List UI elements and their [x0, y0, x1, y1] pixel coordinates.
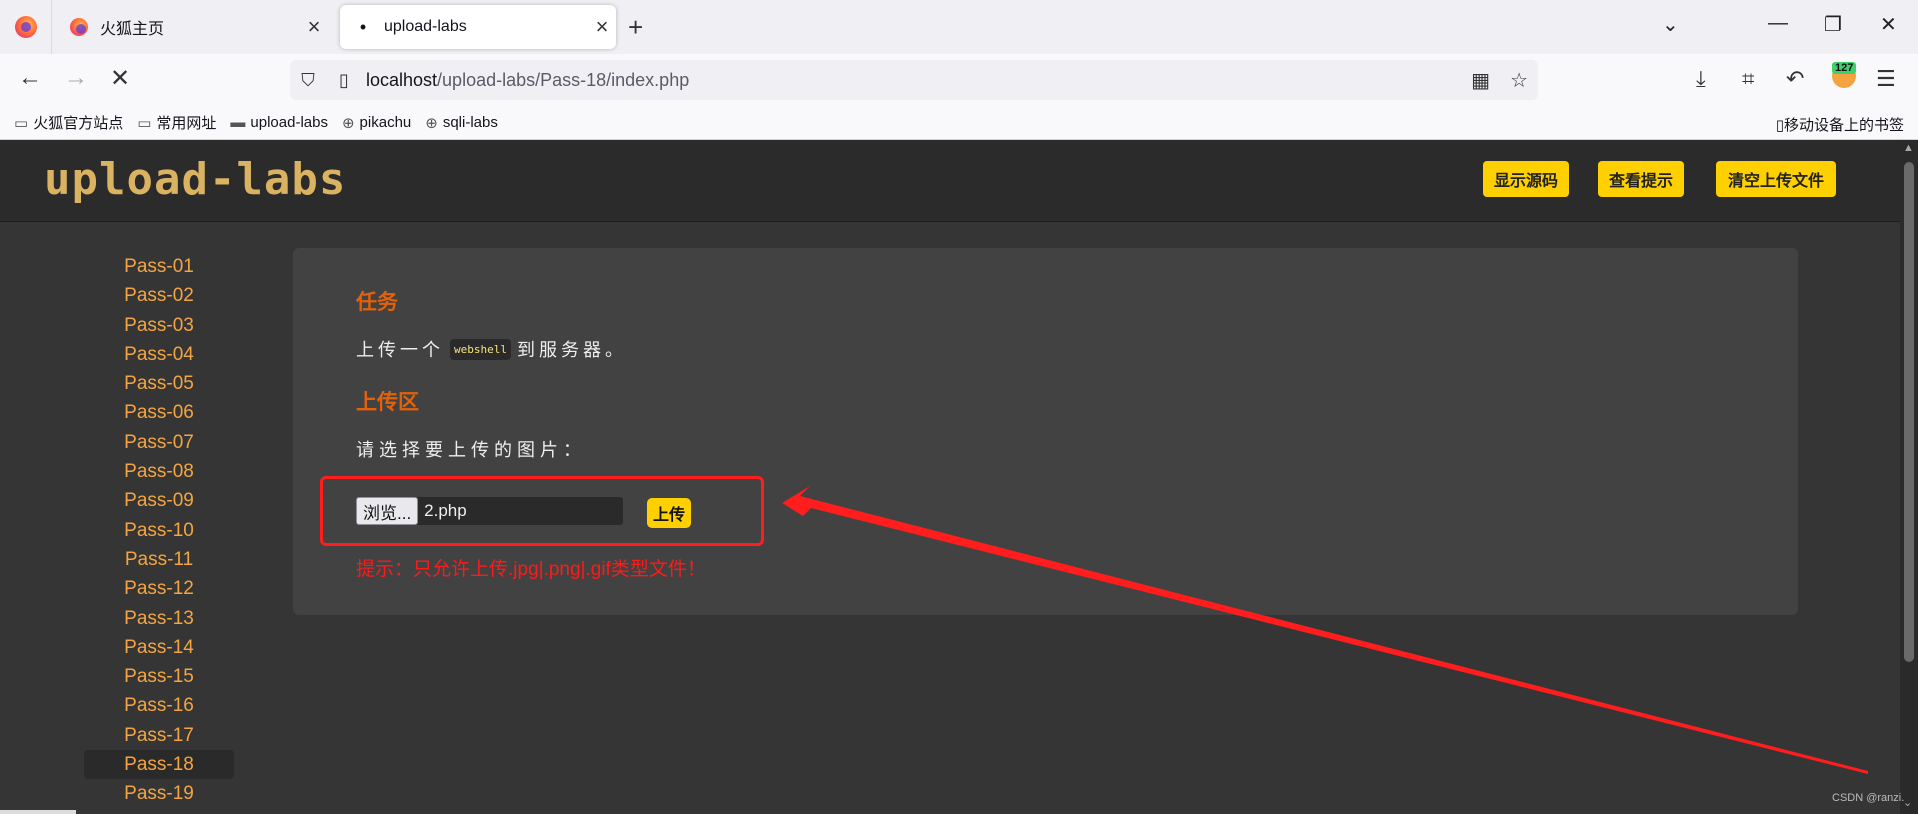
url-bar[interactable]: ⛉ ▯ localhost/upload-labs/Pass-18/index.…	[290, 60, 1538, 100]
menu-icon[interactable]: ☰	[1876, 66, 1896, 92]
bookmark-item[interactable]: ▭ 常用网址	[137, 112, 216, 133]
bookmarks-bar: ▭ 火狐官方站点 ▭ 常用网址 ▬ upload-labs ⊕ pikachu ⊕ sql…	[0, 106, 1918, 140]
show-source-button[interactable]: 显示源码	[1483, 161, 1569, 197]
globe-icon: ⊕	[425, 114, 438, 132]
bookmark-label: pikachu	[359, 114, 412, 131]
navigation-bar: ← → ✕ ⛉ ▯ localhost/upload-labs/Pass-18/…	[0, 54, 1918, 106]
bookmark-label: sqli-labs	[442, 114, 498, 131]
stop-loading-icon[interactable]: ✕	[104, 64, 136, 93]
clear-uploads-button[interactable]: 清空上传文件	[1716, 161, 1836, 197]
task-code: webshell	[450, 338, 511, 360]
bookmark-label: 移动设备上的书签	[1783, 117, 1904, 134]
bookmark-item[interactable]: ▭ 火狐官方站点	[14, 112, 123, 133]
sidebar-item-pass-09[interactable]: Pass-09	[84, 486, 234, 515]
qr-code-icon[interactable]: ▦	[1471, 68, 1490, 93]
folder-icon: ▭	[137, 114, 152, 132]
bookmark-label: upload-labs	[250, 114, 328, 131]
upload-prompt: 请选择要上传的图片：	[356, 440, 586, 460]
new-tab-icon[interactable]: +	[628, 12, 643, 43]
globe-icon: ⊕	[341, 114, 355, 132]
watermark: CSDN @ranzi.	[1832, 792, 1905, 804]
tab-bar: 火狐主页 × • upload-labs × + ⌄ — ❐ ✕	[0, 0, 1918, 54]
download-icon[interactable]: ⤓	[1696, 66, 1706, 92]
site-icon: ▬	[230, 114, 246, 131]
firefox-icon	[14, 16, 37, 38]
sidebar-item-pass-02[interactable]: Pass-02	[84, 281, 234, 310]
sidebar-item-pass-11[interactable]: Pass-11	[84, 545, 234, 574]
undo-icon[interactable]: ↶	[1786, 66, 1804, 92]
bookmark-star-icon[interactable]: ☆	[1510, 68, 1528, 93]
sidebar-item-pass-19[interactable]: Pass-19	[84, 779, 234, 808]
upload-button[interactable]: 上传	[647, 498, 691, 528]
sidebar-item-pass-14[interactable]: Pass-14	[84, 633, 234, 662]
close-icon[interactable]: ×	[588, 14, 616, 40]
view-hint-button[interactable]: 查看提示	[1598, 161, 1684, 197]
bookmark-item[interactable]: ▬ upload-labs	[230, 114, 328, 131]
tab-loading-dot-icon: •	[359, 16, 367, 37]
main-panel: 任务 上传一个 webshell 到服务器。 上传区 请选择要上传的图片： 浏览…	[293, 248, 1798, 615]
back-arrow-icon[interactable]: ←	[14, 64, 46, 92]
mobile-device-icon: ▯	[1775, 116, 1784, 134]
task-text-after: 到服务器。	[516, 340, 627, 360]
sidebar-item-pass-08[interactable]: Pass-08	[84, 457, 234, 486]
close-icon[interactable]: ×	[300, 14, 328, 40]
page-info-icon[interactable]: ▯	[326, 70, 362, 91]
tab-firefox-home[interactable]: 火狐主页 ×	[56, 5, 328, 49]
sidebar-item-pass-17[interactable]: Pass-17	[84, 721, 234, 750]
folder-icon: ▭	[14, 114, 29, 132]
sidebar-item-pass-07[interactable]: Pass-07	[84, 428, 234, 457]
bookmark-label: 火狐官方站点	[33, 115, 124, 132]
close-window-icon[interactable]: ✕	[1880, 12, 1897, 37]
tab-label: upload-labs	[384, 18, 467, 35]
restore-icon[interactable]: ❐	[1824, 12, 1842, 37]
sidebar-item-pass-06[interactable]: Pass-06	[84, 398, 234, 427]
shield-icon[interactable]: ⛉	[290, 70, 326, 91]
browse-button[interactable]: 浏览...	[356, 497, 419, 525]
site-logo[interactable]: upload-labs	[44, 154, 346, 205]
page-scrollbar[interactable]: ▲ ⌄	[1900, 140, 1918, 814]
firefox-icon	[70, 18, 88, 36]
file-type-hint: 提示：只允许上传.jpg|.png|.gif类型文件！	[356, 559, 706, 580]
scroll-down-icon[interactable]: ⌄	[1903, 796, 1912, 809]
site-header: upload-labs 显示源码 查看提示 清空上传文件	[0, 140, 1900, 222]
tab-upload-labs[interactable]: • upload-labs ×	[340, 5, 616, 49]
bookmark-label: 常用网址	[156, 115, 217, 132]
file-input[interactable]: 浏览... 2.php	[356, 497, 623, 525]
bookmark-item[interactable]: ⊕ sqli-labs	[425, 114, 498, 132]
mobile-bookmarks[interactable]: ▯ 移动设备上的书签	[1776, 114, 1904, 135]
firefox-view-button[interactable]	[0, 0, 52, 54]
screenshot-crop-icon[interactable]: ⌗	[1742, 66, 1754, 92]
task-text-before: 上传一个	[356, 340, 444, 360]
sidebar-item-pass-04[interactable]: Pass-04	[84, 340, 234, 369]
sidebar-item-pass-01[interactable]: Pass-01	[84, 252, 234, 281]
tab-list-chevron-down-icon[interactable]: ⌄	[1662, 12, 1679, 37]
sidebar-item-pass-16[interactable]: Pass-16	[84, 691, 234, 720]
forward-arrow-icon[interactable]: →	[60, 64, 92, 92]
task-description: 上传一个 webshell 到服务器。	[356, 336, 627, 362]
url-path: /upload-labs/Pass-18/index.php	[437, 69, 690, 90]
web-page: upload-labs 显示源码 查看提示 清空上传文件 Pass-01 Pass…	[0, 140, 1900, 814]
tab-label: 火狐主页	[100, 21, 165, 38]
sidebar-item-pass-05[interactable]: Pass-05	[84, 369, 234, 398]
sidebar-item-pass-03[interactable]: Pass-03	[84, 311, 234, 340]
scroll-up-icon[interactable]: ▲	[1903, 142, 1914, 154]
url-host: localhost	[366, 69, 438, 90]
sidebar-item-pass-13[interactable]: Pass-13	[84, 604, 234, 633]
sidebar-item-pass-18[interactable]: Pass-18	[84, 750, 234, 780]
sidebar-item-pass-12[interactable]: Pass-12	[84, 574, 234, 603]
task-title: 任务	[356, 291, 398, 314]
status-strip	[0, 810, 76, 814]
selected-file-name: 2.php	[424, 501, 467, 520]
pass-sidebar: Pass-01 Pass-02 Pass-03 Pass-04 Pass-05 Pass-…	[84, 252, 234, 809]
upload-title: 上传区	[356, 391, 419, 414]
bookmark-item[interactable]: ⊕ pikachu	[342, 114, 411, 132]
minimize-icon[interactable]: —	[1768, 12, 1788, 35]
sidebar-item-pass-10[interactable]: Pass-10	[84, 516, 234, 545]
extension-badge: 127	[1832, 62, 1857, 74]
sidebar-item-pass-15[interactable]: Pass-15	[84, 662, 234, 691]
scrollbar-thumb[interactable]	[1904, 162, 1914, 662]
